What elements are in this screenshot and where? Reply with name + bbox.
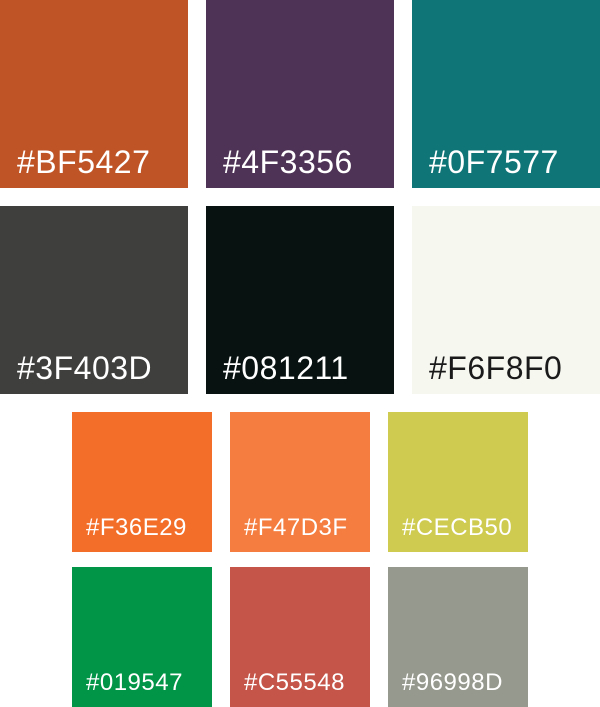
color-swatch-081211: #081211 xyxy=(206,206,394,394)
color-code-label: #4F3356 xyxy=(223,144,353,180)
color-code-label: #081211 xyxy=(223,350,349,386)
color-swatch-c55548: #C55548 xyxy=(230,567,370,707)
color-code-label: #BF5427 xyxy=(17,144,151,180)
color-swatch-cecb50: #CECB50 xyxy=(388,412,528,552)
color-code-label: #CECB50 xyxy=(402,514,513,541)
color-swatch-96998d: #96998D xyxy=(388,567,528,707)
color-swatch-f6f8f0: #F6F8F0 xyxy=(412,206,600,394)
color-swatch-bf5427: #BF5427 xyxy=(0,0,188,188)
color-code-label: #F36E29 xyxy=(86,514,187,541)
color-swatch-3f403d: #3F403D xyxy=(0,206,188,394)
color-code-label: #019547 xyxy=(86,669,183,696)
color-swatch-019547: #019547 xyxy=(72,567,212,707)
color-code-label: #3F403D xyxy=(17,350,153,386)
color-code-label: #F47D3F xyxy=(244,514,348,541)
color-swatch-f36e29: #F36E29 xyxy=(72,412,212,552)
color-swatch-f47d3f: #F47D3F xyxy=(230,412,370,552)
color-code-label: #C55548 xyxy=(244,669,345,696)
color-code-label: #96998D xyxy=(402,669,503,696)
color-swatch-4f3356: #4F3356 xyxy=(206,0,394,188)
color-code-label: #0F7577 xyxy=(429,144,559,180)
color-code-label: #F6F8F0 xyxy=(429,350,563,386)
color-swatch-0f7577: #0F7577 xyxy=(412,0,600,188)
